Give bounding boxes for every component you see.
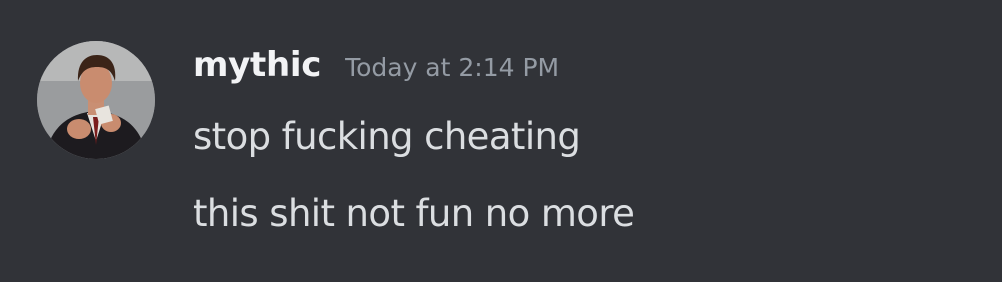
user-avatar-icon [37, 41, 155, 159]
timestamp[interactable]: Today at 2:14 PM [345, 53, 559, 82]
message-header: mythic Today at 2:14 PM [193, 45, 559, 95]
chat-message-group: mythic Today at 2:14 PM stop fucking che… [0, 0, 1002, 282]
message-text: this shit not fun no more [193, 192, 635, 235]
message-text: stop fucking cheating [193, 115, 581, 158]
user-avatar[interactable] [37, 41, 155, 159]
username[interactable]: mythic [193, 45, 321, 85]
